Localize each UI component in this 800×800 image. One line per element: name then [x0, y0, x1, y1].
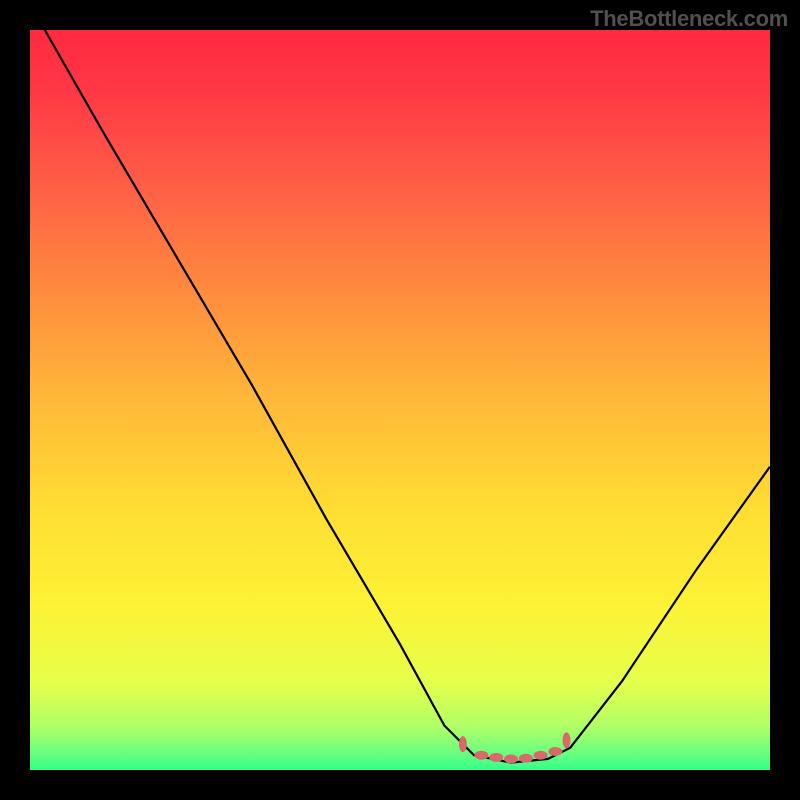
chart-svg [30, 30, 770, 770]
marker-dot [534, 751, 548, 760]
plot-area [30, 30, 770, 770]
gradient-background [30, 30, 770, 770]
marker-dot [459, 736, 467, 752]
watermark-text: TheBottleneck.com [590, 6, 788, 32]
chart-container: TheBottleneck.com [0, 0, 800, 800]
marker-dot [519, 754, 533, 763]
marker-dot [474, 751, 488, 760]
marker-dot [504, 754, 518, 763]
marker-dot [548, 747, 562, 756]
marker-dot [489, 753, 503, 762]
marker-dot [563, 732, 571, 748]
